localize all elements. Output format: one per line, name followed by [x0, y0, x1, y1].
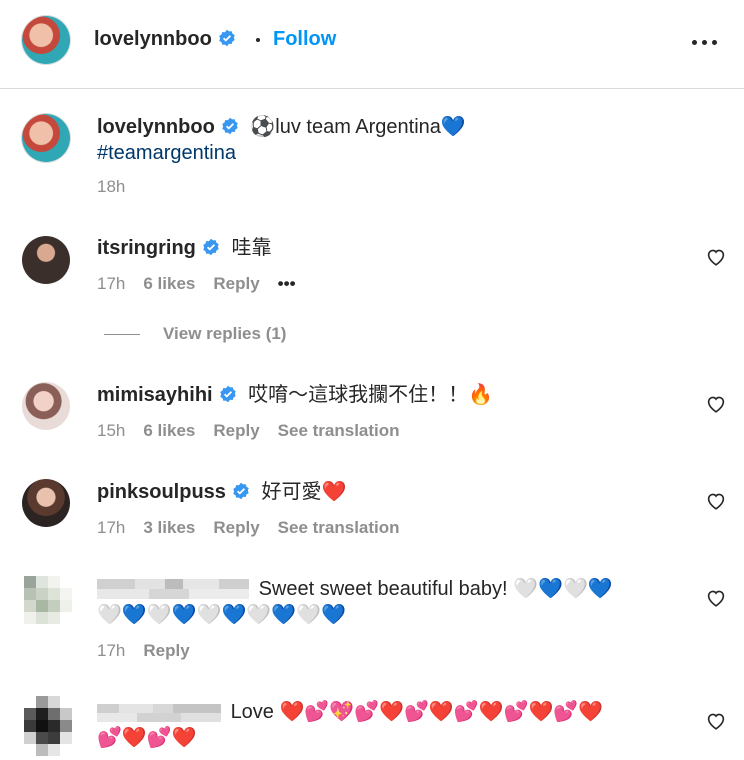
verified-badge-icon: [232, 482, 250, 500]
author-username[interactable]: lovelynnboo: [94, 28, 236, 51]
comment-meta: 17h Reply: [97, 641, 208, 661]
caption-line: lovelynnboo ⚽luv team Argentina💙: [97, 114, 466, 140]
comment-time: 17h: [97, 641, 126, 660]
separator-dot: [256, 38, 260, 42]
comment-username[interactable]: itsringring: [97, 237, 196, 259]
verified-badge-icon: [218, 29, 236, 47]
follow-button[interactable]: Follow: [273, 28, 336, 51]
comment-text-continued: 💕❤️💕❤️: [97, 727, 197, 749]
commenter-avatar[interactable]: [22, 479, 70, 527]
comment-text: 好可愛❤️: [261, 481, 347, 503]
comment-text-continued: 🤍💙🤍💙🤍💙🤍💙🤍💙: [97, 604, 347, 626]
commenter-avatar-pixelated[interactable]: [24, 576, 72, 624]
see-translation-button[interactable]: See translation: [278, 421, 400, 440]
post-header: lovelynnboo Follow: [0, 0, 744, 89]
comment-line: pinksoulpuss 好可愛❤️: [97, 479, 346, 505]
reply-button[interactable]: Reply: [143, 641, 189, 660]
caption-time-text: 18h: [97, 177, 126, 196]
view-replies-button[interactable]: View replies (1): [163, 324, 286, 344]
comment-username[interactable]: pinksoulpuss: [97, 481, 226, 503]
comment-time: 17h: [97, 274, 126, 293]
author-username-text[interactable]: lovelynnboo: [94, 28, 212, 50]
commenter-avatar[interactable]: [22, 382, 70, 430]
comment-line: mimisayhihi 哎唷～這球我攔不住！！🔥: [97, 382, 493, 408]
caption-time: 18h: [97, 177, 143, 197]
heart-outline-icon[interactable]: [706, 712, 726, 730]
heart-outline-icon[interactable]: [706, 589, 726, 607]
comment-time: 17h: [97, 518, 126, 537]
caption-text: ⚽luv team Argentina💙: [250, 116, 466, 138]
comment-meta: 17h 3 likes Reply See translation: [97, 518, 418, 538]
comment-username[interactable]: mimisayhihi: [97, 384, 213, 406]
reply-button[interactable]: Reply: [213, 518, 259, 537]
comment-text: Love ❤️💕💖💕❤️💕❤️💕❤️💕❤️💕❤️: [230, 701, 604, 723]
comment-meta: 15h 6 likes Reply See translation: [97, 421, 418, 441]
comment-likes[interactable]: 6 likes: [143, 274, 195, 293]
reply-button[interactable]: Reply: [213, 274, 259, 293]
caption-username[interactable]: lovelynnboo: [97, 116, 215, 138]
reply-button[interactable]: Reply: [213, 421, 259, 440]
comment-meta: 17h 6 likes Reply •••: [97, 274, 314, 294]
comment-text: 哎唷～這球我攔不住！！🔥: [248, 384, 494, 406]
comment-text: 哇靠: [231, 237, 272, 259]
comment-likes[interactable]: 6 likes: [143, 421, 195, 440]
verified-badge-icon: [219, 385, 237, 403]
caption-hashtag[interactable]: #teamargentina: [97, 140, 236, 166]
comment-likes[interactable]: 3 likes: [143, 518, 195, 537]
verified-badge-icon: [221, 117, 239, 135]
caption-avatar[interactable]: [22, 114, 70, 162]
see-translation-button[interactable]: See translation: [278, 518, 400, 537]
comment-line: itsringring 哇靠: [97, 235, 271, 261]
comment-time: 15h: [97, 421, 126, 440]
comment-text: Sweet sweet beautiful baby! 🤍💙🤍💙: [258, 578, 613, 600]
view-replies-divider: [104, 334, 140, 335]
more-options-icon[interactable]: •••: [278, 274, 296, 293]
commenter-avatar[interactable]: [22, 236, 70, 284]
heart-outline-icon[interactable]: [706, 395, 726, 413]
commenter-avatar-pixelated[interactable]: [24, 696, 72, 760]
author-avatar[interactable]: [22, 16, 70, 64]
heart-outline-icon[interactable]: [706, 492, 726, 510]
heart-outline-icon[interactable]: [706, 248, 726, 266]
more-options-icon[interactable]: [692, 40, 718, 46]
verified-badge-icon: [202, 238, 220, 256]
